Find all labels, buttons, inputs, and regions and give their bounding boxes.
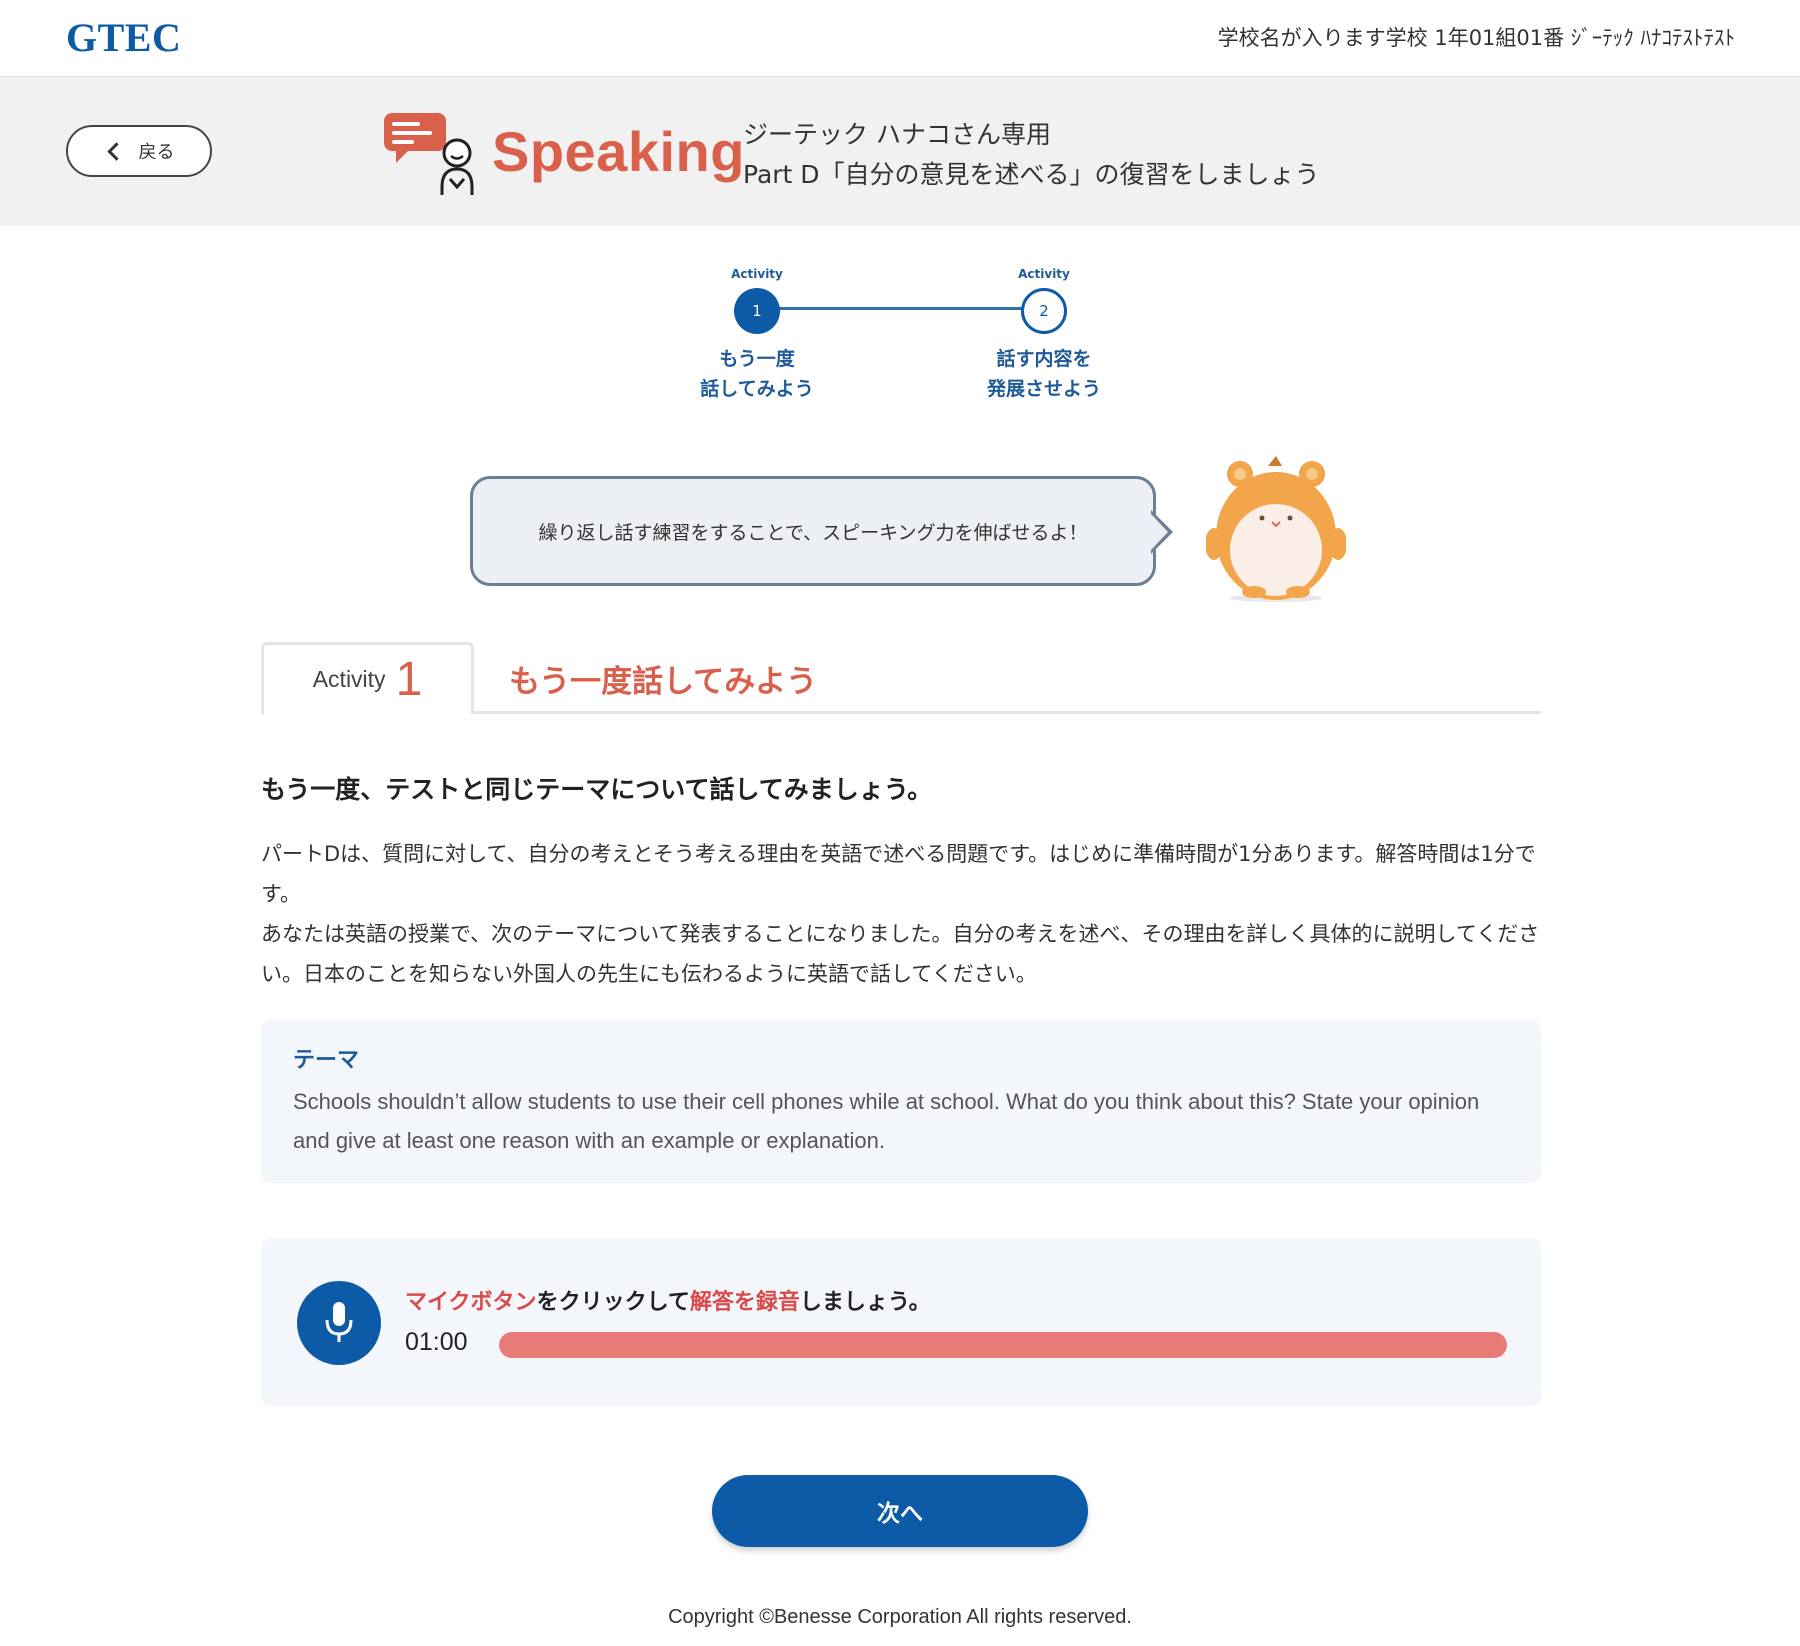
record-timer: 01:00 (405, 1328, 468, 1356)
description: パートDは、質問に対して、自分の考えとそう考える理由を英語で述べる問題です。はじ… (261, 834, 1541, 994)
step-2: Activity 2 話す内容を 発展させよう (964, 266, 1124, 404)
subtitle-owner: ジーテック ハナコさん専用 (743, 120, 1051, 149)
record-instruction-mic: マイクボタン (405, 1290, 537, 1315)
record-instruction-end: しましょう。 (799, 1290, 931, 1315)
step-label: 話す内容を 発展させよう (986, 348, 1101, 400)
step-1: Activity 1 もう一度 話してみよう (677, 266, 837, 404)
recorder-panel: マイクボタンをクリックして解答を録音しましょう。 01:00 (261, 1238, 1541, 1406)
lead-instruction: もう一度、テストと同じテーマについて話してみましょう。 (261, 775, 933, 804)
section-title: Speaking (492, 120, 745, 183)
activity-tab-bar: Activity 1 もう一度話してみよう (261, 640, 1541, 714)
page-header: 戻る Speaking ジーテック ハナコさん専用 Part D「自分の意見を述… (0, 77, 1800, 226)
next-button[interactable]: 次へ (712, 1475, 1088, 1547)
step-activity-label: Activity (1018, 267, 1070, 281)
speech-bubble-text: 繰り返し話す練習をすることで、スピーキング力を伸ばせるよ！ (538, 521, 1088, 544)
user-info: 学校名が入ります学校 1年01組01番 ｼﾞｰﾃｯｸ ﾊﾅｺﾃｽﾄﾃｽﾄ (1217, 26, 1735, 50)
microphone-icon (325, 1302, 353, 1342)
theme-text: Schools shouldn’t allow students to use … (293, 1089, 1480, 1153)
record-progress-fill (499, 1332, 1507, 1358)
activity-title: もう一度話してみよう (509, 664, 818, 700)
step-number: 1 (734, 288, 780, 334)
chevron-left-icon (106, 141, 126, 161)
gtec-logo: GTEC (66, 15, 182, 60)
step-number: 2 (1021, 288, 1067, 334)
theme-label: テーマ (293, 1048, 360, 1073)
description-line-1: パートDは、質問に対して、自分の考えとそう考える理由を英語で述べる問題です。はじ… (261, 842, 1536, 906)
activity-stepper: Activity 1 もう一度 話してみよう Activity 2 話す内容を … (0, 226, 1800, 416)
description-line-2: あなたは英語の授業で、次のテーマについて発表することになりました。自分の考えを述… (261, 922, 1540, 986)
subtitle-part: Part D「自分の意見を述べる」の復習をしましょう (743, 160, 1320, 189)
record-instruction-record: 解答を録音 (689, 1290, 800, 1315)
copyright: Copyright ©Benesse Corporation All right… (668, 1606, 1132, 1628)
record-instruction-click: をクリックして (536, 1290, 690, 1315)
record-instruction: マイクボタンをクリックして解答を録音しましょう。 (405, 1284, 931, 1316)
step-label: もう一度 話してみよう (700, 348, 814, 400)
tab-activity-number: 1 (395, 652, 423, 706)
speech-bubble-tail-fill (1151, 514, 1168, 550)
hamster-mascot-icon (1206, 456, 1346, 602)
step-activity-label: Activity (731, 267, 783, 281)
speaking-icon (384, 113, 474, 195)
tab-activity-1: Activity 1 (261, 642, 474, 714)
mic-button[interactable] (297, 1281, 381, 1365)
speech-bubble: 繰り返し話す練習をすることで、スピーキング力を伸ばせるよ！ (470, 476, 1156, 586)
top-bar: GTEC 学校名が入ります学校 1年01組01番 ｼﾞｰﾃｯｸ ﾊﾅｺﾃｽﾄﾃｽ… (0, 0, 1800, 77)
tab-activity-word: Activity (312, 666, 386, 692)
theme-box: テーマ Schools shouldn’t allow students to … (261, 1020, 1541, 1183)
back-button[interactable]: 戻る (66, 125, 212, 177)
record-progress-bar (499, 1332, 1507, 1358)
back-button-label: 戻る (138, 142, 175, 163)
